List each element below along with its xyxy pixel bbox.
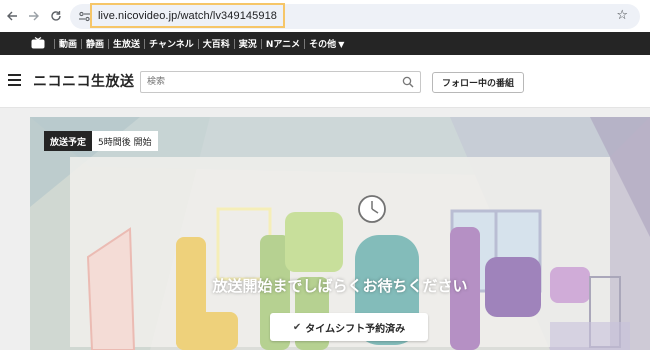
nav-item-jikkyo[interactable]: 実況 [235, 37, 261, 50]
forward-arrow-icon[interactable] [24, 6, 44, 26]
live-header: ニコニコ生放送 フォロー中の番組 [0, 55, 650, 108]
star-icon[interactable]: ☆ [616, 8, 628, 23]
nav-item-douga[interactable]: 動画 [55, 37, 81, 50]
niconico-tv-icon[interactable] [31, 37, 45, 49]
nav-item-more-label: その他 [309, 40, 337, 50]
broadcast-status-badge: 放送予定 5時間後 開始 [44, 131, 158, 151]
timeshift-reserved-label: タイムシフト予約済み [305, 323, 406, 335]
address-bar[interactable]: live.nicovideo.jp/watch/lv349145918 ☆ [70, 3, 640, 29]
niconico-live-logo[interactable]: ニコニコ生放送 [33, 71, 135, 91]
status-label: 放送予定 [44, 131, 93, 151]
url-text[interactable]: live.nicovideo.jp/watch/lv349145918 [90, 3, 286, 28]
reload-icon[interactable] [46, 6, 66, 26]
search-icon[interactable] [402, 76, 414, 88]
status-start-time: 5時間後 開始 [92, 131, 158, 151]
waiting-message: 放送開始までしばらくお待ちください [212, 277, 468, 295]
nav-item-channel[interactable]: チャンネル [145, 37, 198, 50]
video-player[interactable]: 放送予定 5時間後 開始 放送開始までしばらくお待ちください ✔ タイムシフト予… [30, 117, 650, 350]
nav-item-more[interactable]: その他 ▼ [305, 37, 348, 50]
niconico-global-nav: 動画 静画 生放送 チャンネル 大百科 実況 Nアニメ その他 ▼ [0, 32, 650, 55]
check-icon: ✔ [292, 321, 302, 333]
search-input[interactable] [147, 72, 397, 92]
menu-icon[interactable] [8, 74, 21, 86]
nav-item-seiga[interactable]: 静画 [82, 37, 108, 50]
nav-item-dic[interactable]: 大百科 [199, 37, 234, 50]
nav-item-anime[interactable]: Nアニメ [262, 37, 304, 50]
search-box[interactable] [140, 71, 421, 93]
timeshift-reserved-button[interactable]: ✔ タイムシフト予約済み [270, 313, 428, 341]
nav-item-live[interactable]: 生放送 [109, 37, 144, 50]
back-arrow-icon[interactable] [2, 6, 22, 26]
chevron-down-icon: ▼ [338, 40, 345, 49]
following-programs-button[interactable]: フォロー中の番組 [432, 72, 524, 93]
browser-toolbar: live.nicovideo.jp/watch/lv349145918 ☆ [0, 0, 650, 32]
